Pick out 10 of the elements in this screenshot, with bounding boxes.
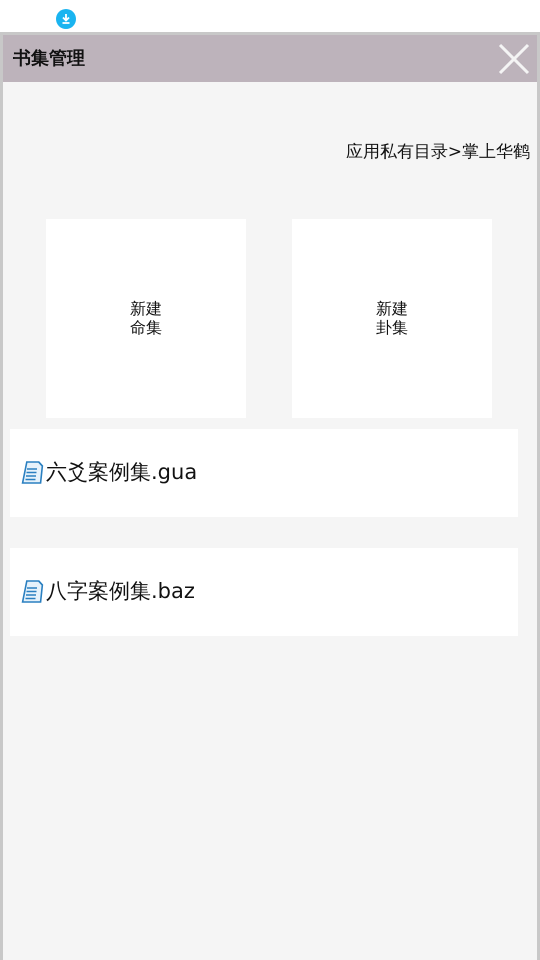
- download-icon: [56, 8, 76, 29]
- dialog-title: 书集管理: [13, 47, 85, 71]
- new-collection-tile[interactable]: 新建命集: [46, 218, 246, 418]
- file-item[interactable]: 八字案例集.baz: [10, 548, 518, 636]
- file-name: 六爻案例集.gua: [46, 458, 198, 486]
- close-button[interactable]: [497, 42, 531, 76]
- directory-path: 应用私有目录>掌上华鹤: [346, 141, 530, 164]
- new-collection-tile[interactable]: 新建卦集: [292, 218, 492, 418]
- file-item[interactable]: 六爻案例集.gua: [10, 428, 518, 516]
- file-name: 八字案例集.baz: [46, 578, 195, 605]
